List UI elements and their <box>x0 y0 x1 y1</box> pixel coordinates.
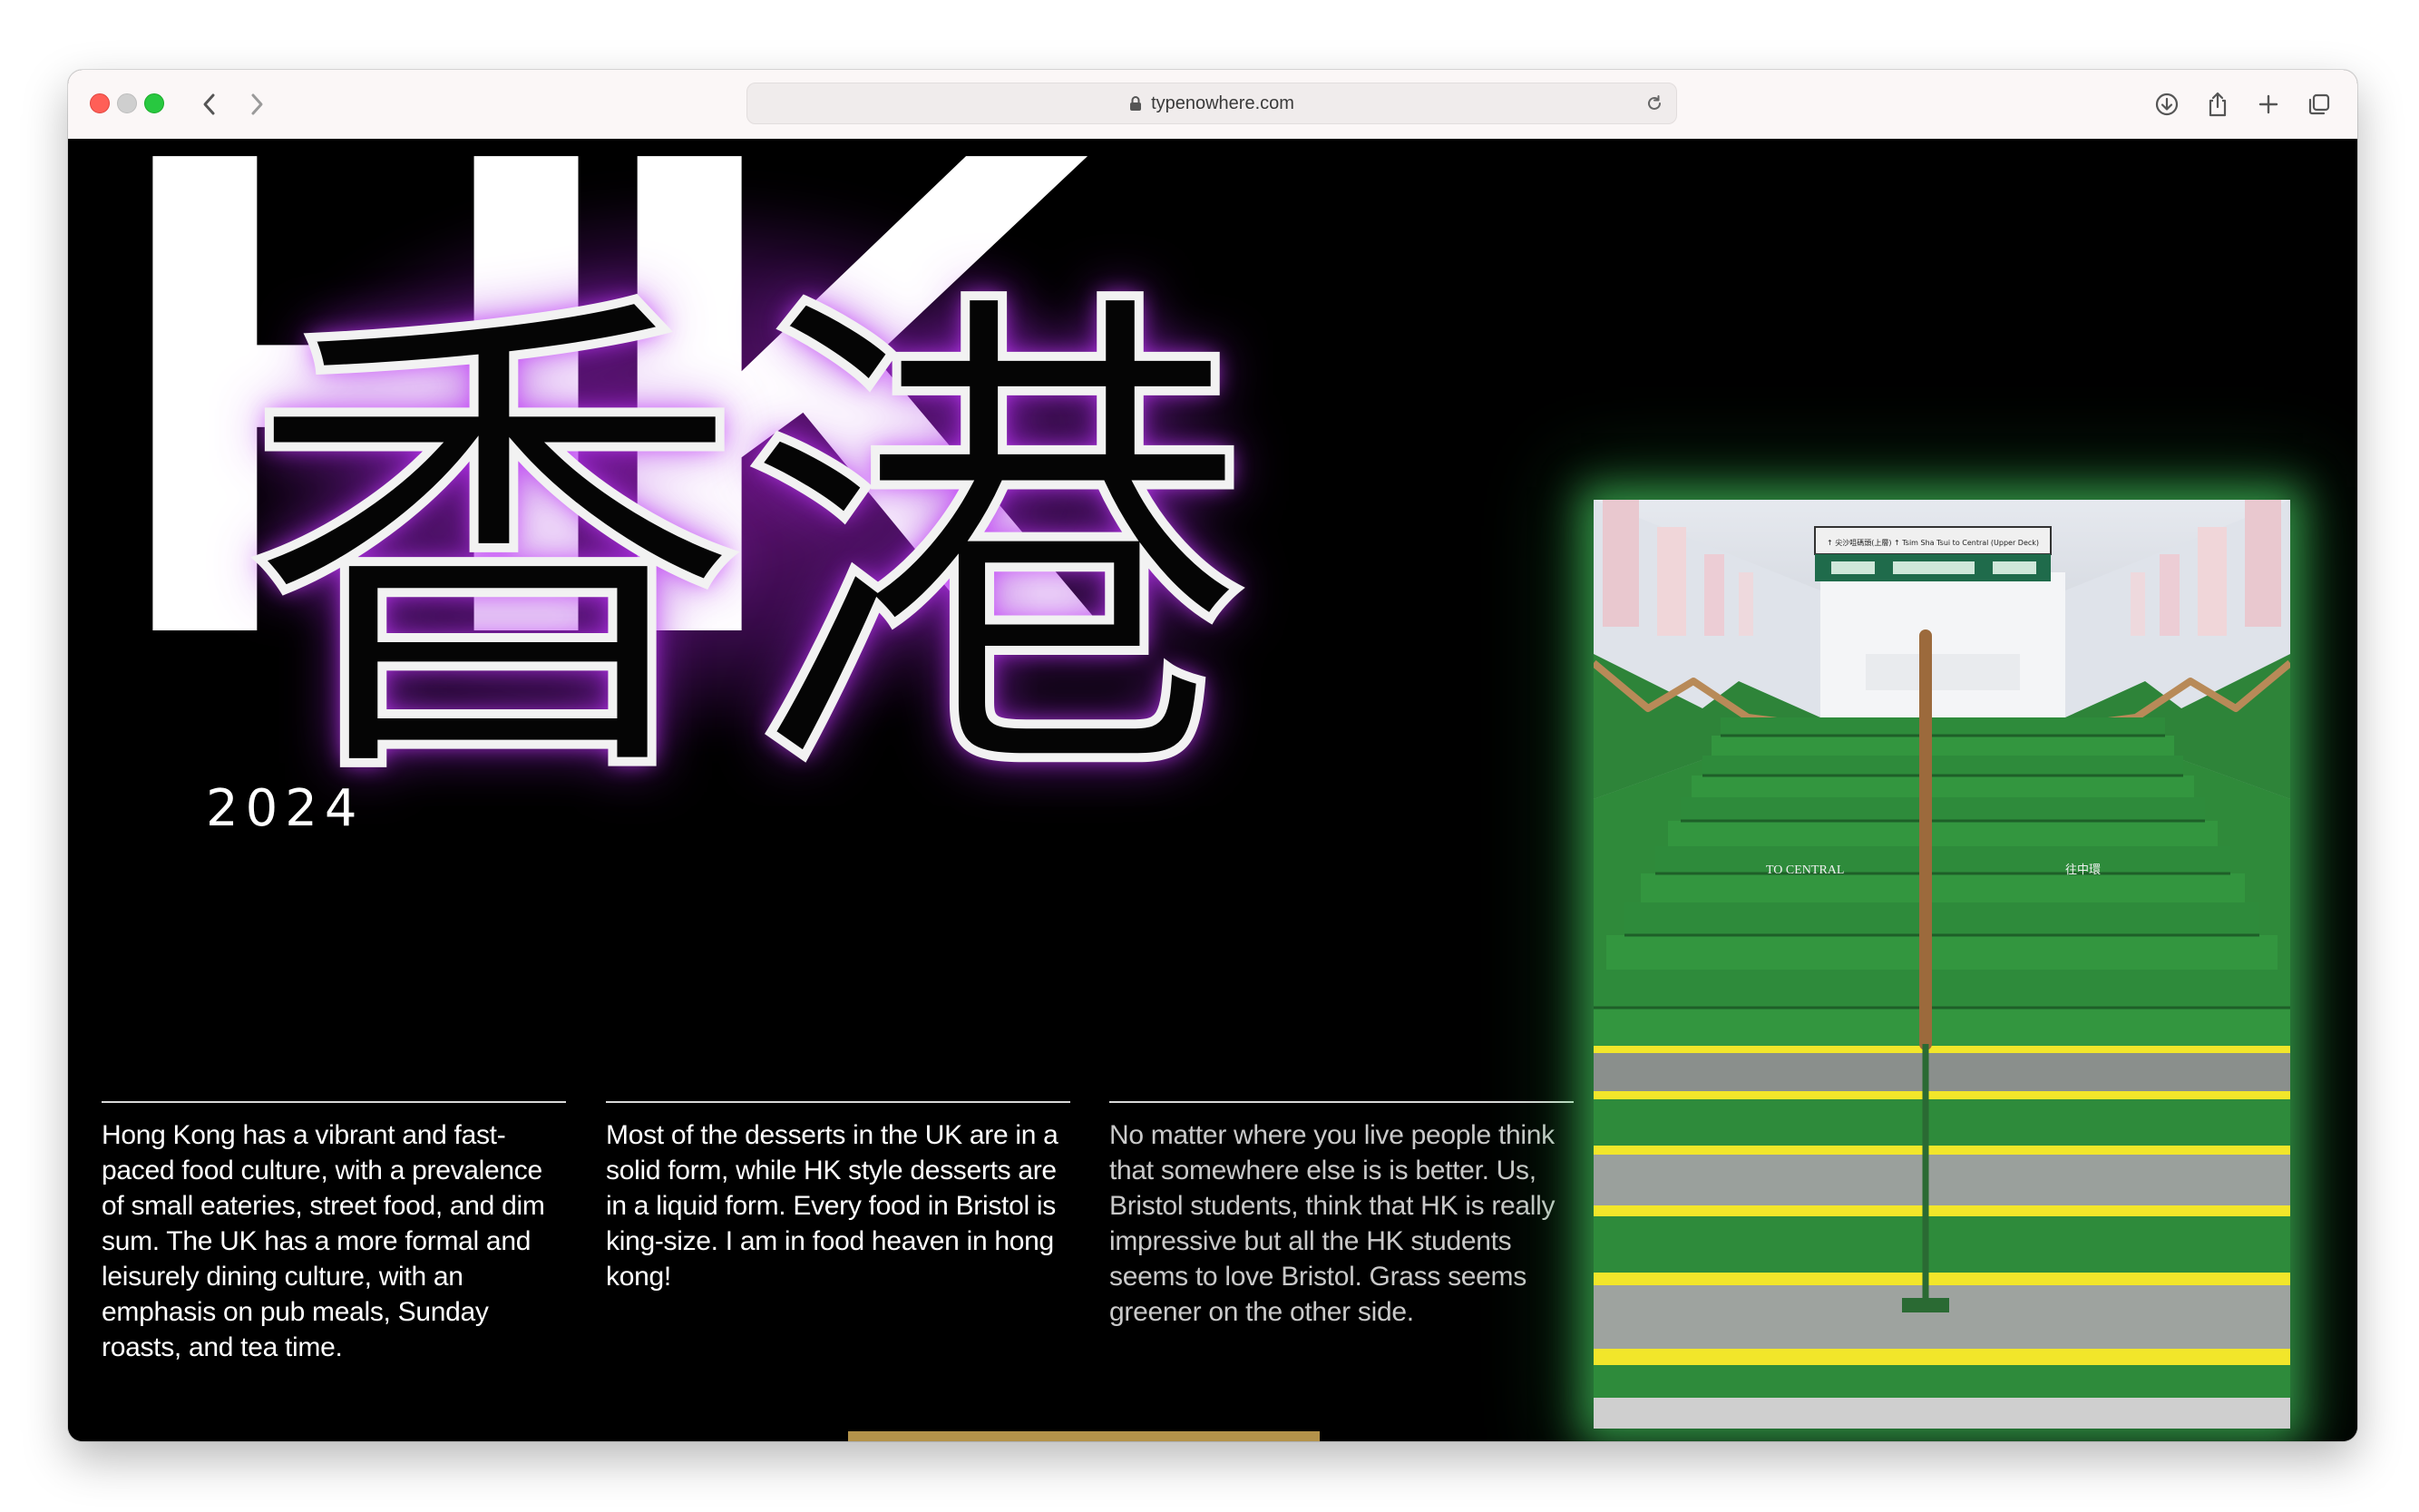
far-landing <box>1820 572 2065 717</box>
step-label-en: TO CENTRAL <box>1766 863 1844 877</box>
scroll-progress-bar <box>848 1431 1320 1441</box>
text-column-1: Hong Kong has a vibrant and fast-paced f… <box>102 1101 566 1365</box>
staircase-illustration: ↑ 尖沙咀碼頭(上層) ↑ Tsim Sha Tsui to Central (… <box>1594 500 2290 1429</box>
minimize-window-button[interactable] <box>117 93 137 113</box>
browser-toolbar: typenowhere.com <box>68 70 2357 140</box>
lock-icon <box>1130 96 1142 111</box>
tab-overview-button[interactable] <box>2303 88 2336 121</box>
text-column-2: Most of the desserts in the UK are in a … <box>606 1101 1070 1294</box>
forward-button[interactable] <box>240 88 273 121</box>
url-text: typenowhere.com <box>1151 93 1294 113</box>
text-column-3: No matter where you live people think th… <box>1109 1101 1574 1330</box>
address-bar[interactable]: typenowhere.com <box>746 83 1677 124</box>
reload-button[interactable] <box>1642 91 1667 116</box>
stair-steps <box>1594 717 2290 1429</box>
back-icon <box>203 93 215 115</box>
staircase-photo: ↑ 尖沙咀碼頭(上層) ↑ Tsim Sha Tsui to Central (… <box>1594 500 2290 1429</box>
browser-window: typenowhere.com HK 香港 2024 Hong Kong has… <box>68 70 2357 1441</box>
close-window-button[interactable] <box>90 93 110 113</box>
new-tab-button[interactable] <box>2252 88 2285 121</box>
forward-icon <box>251 93 263 115</box>
hero-year: 2024 <box>206 779 365 838</box>
header-sign-text: ↑ 尖沙咀碼頭(上層) ↑ Tsim Sha Tsui to Central (… <box>1827 538 2039 547</box>
zoom-window-button[interactable] <box>144 93 164 113</box>
step-label-zh: 往中環 <box>2065 863 2101 877</box>
hero-cjk-title: 香港 <box>236 251 1252 843</box>
share-icon <box>2209 92 2227 117</box>
reload-icon <box>1648 95 1661 110</box>
downloads-button[interactable] <box>2151 88 2183 121</box>
share-button[interactable] <box>2201 88 2234 121</box>
tabs-overview-icon <box>2308 93 2330 115</box>
back-button[interactable] <box>193 88 226 121</box>
hero-title: HK 香港 <box>104 139 1252 805</box>
new-tab-icon <box>2258 94 2278 114</box>
download-icon <box>2155 93 2179 116</box>
web-page: HK 香港 2024 Hong Kong has a vibrant and f… <box>68 139 2357 1441</box>
